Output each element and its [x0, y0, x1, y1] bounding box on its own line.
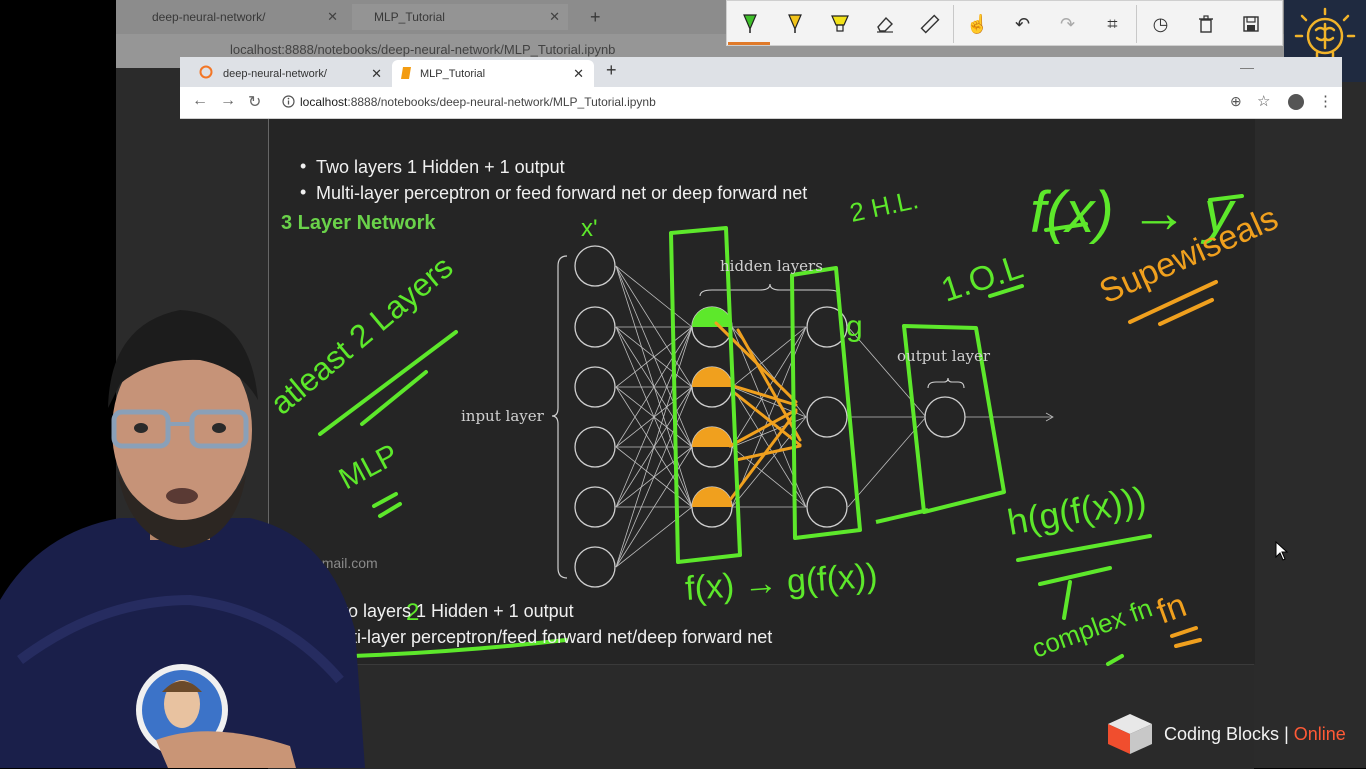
output-layer-label: output layer	[897, 347, 991, 365]
orange-annotation-arrows	[714, 321, 802, 502]
hw-one-output-layer: 1.O.L	[937, 248, 1028, 310]
hidden-layers-label: hidden layers	[720, 257, 823, 275]
input-to-hidden-connections	[615, 265, 693, 568]
input-layer-label: input layer	[461, 407, 544, 425]
brand-name: Coding Blocks | Online	[1164, 724, 1346, 745]
hidden-layers-brace	[699, 283, 841, 297]
brand-logo: Coding Blocks | Online	[1104, 712, 1346, 756]
green-handwriting: f(x) → y 2 H.L. 1.O.L g x' atleast 2 Lay…	[263, 180, 1236, 664]
hidden-layer-1-nodes	[691, 306, 733, 528]
hw-x-prime: x'	[581, 215, 598, 242]
brand-suffix: Online	[1293, 723, 1346, 744]
bullet-item: ulti-layer perceptron/feed forward net/d…	[338, 627, 773, 647]
hw-h-g-f: h(g(f(x)))	[1004, 478, 1149, 543]
hw-complex-fn: complex fn	[1028, 592, 1156, 663]
coding-blocks-cube-icon	[1108, 714, 1152, 754]
orange-handwriting: Supewiseals fn	[1094, 199, 1284, 632]
hw-g: g	[846, 310, 863, 343]
input-layer-brace	[551, 255, 568, 579]
mouse-cursor-icon	[1275, 541, 1289, 561]
hw-fn: fn	[1152, 586, 1192, 631]
brand-name-text: Coding Blocks	[1164, 723, 1280, 744]
presenter-webcam	[0, 310, 365, 768]
hw-two-hidden-layers: 2 H.L.	[847, 184, 921, 228]
input-layer-nodes	[574, 245, 616, 588]
output-layer-brace	[927, 377, 965, 389]
brand-separator: |	[1284, 723, 1289, 744]
output-layer-node	[924, 396, 966, 438]
hw-f-to-g: f(x) → g(f(x))	[684, 557, 879, 608]
